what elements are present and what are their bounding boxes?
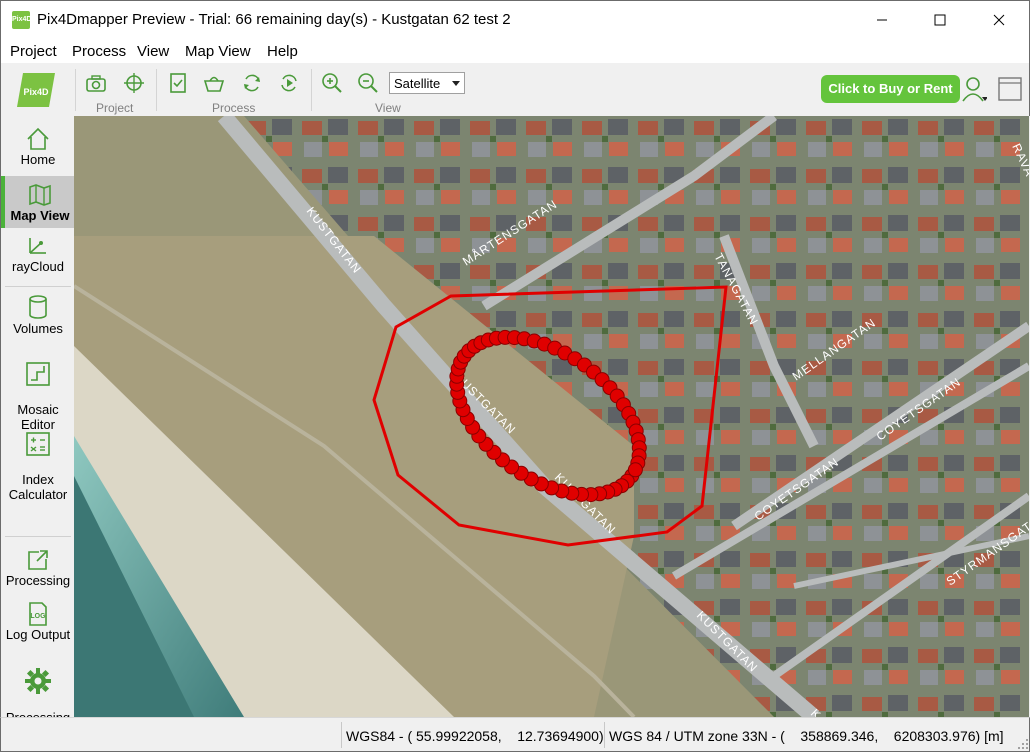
close-icon bbox=[993, 14, 1005, 26]
menu-bar: Project Process View Map View Help bbox=[0, 40, 1030, 63]
process-basket-icon[interactable] bbox=[201, 70, 227, 96]
close-button[interactable] bbox=[976, 1, 1022, 39]
title-bar: Pix4D Pix4Dmapper Preview - Trial: 66 re… bbox=[0, 0, 1030, 40]
app-icon: Pix4D bbox=[12, 11, 31, 29]
basemap-select[interactable]: Satellite bbox=[389, 72, 465, 94]
sidebar-item-label: Log Output bbox=[5, 627, 71, 642]
process-check-icon[interactable] bbox=[165, 70, 191, 96]
toolbar: Pix4D Project Process Satellite View Cli… bbox=[0, 63, 1030, 116]
window-title: Pix4Dmapper Preview - Trial: 66 remainin… bbox=[37, 11, 511, 28]
map-icon bbox=[29, 184, 51, 206]
calculator-icon bbox=[26, 432, 50, 456]
zoom-in-icon[interactable] bbox=[319, 70, 345, 96]
wgs84-coordinates: WGS84 - ( 55.99922058, 12.73694900) bbox=[346, 728, 604, 744]
sidebar-item-mosaic-editor[interactable]: Mosaic Editor bbox=[1, 346, 75, 432]
buy-or-rent-button[interactable]: Click to Buy or Rent bbox=[821, 75, 960, 103]
mosaic-editor-icon bbox=[26, 362, 50, 386]
sidebar-item-log-output[interactable]: LOG Log Output bbox=[1, 601, 75, 651]
group-label-view: View bbox=[375, 101, 401, 115]
minimize-button[interactable] bbox=[859, 1, 905, 39]
menu-map-view[interactable]: Map View bbox=[185, 43, 251, 60]
menu-project[interactable]: Project bbox=[10, 43, 57, 60]
processing-export-icon bbox=[28, 550, 48, 570]
sidebar-item-label: Volumes bbox=[13, 321, 63, 336]
satellite-map[interactable]: KUSTGATAN MÅRTENSGATAN TANAGATAN MELLANG… bbox=[74, 116, 1029, 717]
process-run-icon[interactable] bbox=[276, 70, 302, 96]
maximize-button[interactable] bbox=[917, 1, 963, 39]
gear-icon bbox=[25, 668, 51, 694]
process-refresh-icon[interactable] bbox=[239, 70, 265, 96]
menu-help[interactable]: Help bbox=[267, 43, 298, 60]
sidebar-item-index-calculator[interactable]: Index Calculator bbox=[1, 416, 75, 502]
user-account-icon[interactable] bbox=[961, 76, 987, 102]
pix4d-logo: Pix4D bbox=[17, 73, 55, 107]
new-project-camera-icon[interactable] bbox=[83, 70, 109, 96]
log-file-icon: LOG bbox=[29, 602, 47, 626]
group-label-process: Process bbox=[212, 101, 256, 115]
volume-cylinder-icon bbox=[29, 295, 47, 319]
home-icon bbox=[27, 127, 49, 150]
svg-text:LOG: LOG bbox=[30, 613, 46, 620]
basemap-select-value: Satellite bbox=[394, 76, 441, 91]
sidebar-item-label: Home bbox=[20, 152, 56, 167]
minimize-icon bbox=[877, 19, 887, 21]
status-bar: WGS84 - ( 55.99922058, 12.73694900) WGS … bbox=[0, 717, 1030, 752]
sidebar-item-label: Processing bbox=[5, 573, 71, 588]
menu-view[interactable]: View bbox=[137, 43, 169, 60]
svg-text:Pix4D: Pix4D bbox=[23, 87, 49, 97]
gcp-target-icon[interactable] bbox=[121, 70, 147, 96]
image-position-marker[interactable] bbox=[627, 462, 643, 478]
sidebar-item-label: rayCloud bbox=[11, 259, 65, 274]
maximize-icon bbox=[934, 14, 946, 26]
chevron-down-icon bbox=[452, 81, 460, 86]
sidebar-item-label: Index Calculator bbox=[8, 472, 68, 502]
menu-process[interactable]: Process bbox=[72, 43, 126, 60]
sidebar-item-raycloud[interactable]: rayCloud bbox=[1, 233, 75, 283]
utm-coordinates: WGS 84 / UTM zone 33N - ( 358869.346, 62… bbox=[609, 728, 1004, 744]
raycloud-icon bbox=[29, 238, 46, 254]
resize-grip-icon bbox=[1018, 739, 1028, 749]
sidebar-item-volumes[interactable]: Volumes bbox=[1, 293, 75, 343]
group-label-project: Project bbox=[96, 101, 134, 115]
sidebar-item-label: Map View bbox=[10, 208, 70, 223]
sidebar-item-processing-options[interactable]: Processing Options bbox=[1, 652, 75, 740]
sidebar-item-map-view[interactable]: Map View bbox=[1, 176, 75, 228]
sidebar-item-home[interactable]: Home bbox=[1, 126, 75, 176]
panel-toggle-icon[interactable] bbox=[997, 76, 1023, 102]
sidebar: Home Map View rayCloud Volumes Mosaic Ed… bbox=[0, 116, 75, 740]
zoom-out-icon[interactable] bbox=[355, 70, 381, 96]
map-canvas[interactable]: KUSTGATAN MÅRTENSGATAN TANAGATAN MELLANG… bbox=[74, 116, 1029, 717]
sidebar-item-processing[interactable]: Processing bbox=[1, 547, 75, 597]
